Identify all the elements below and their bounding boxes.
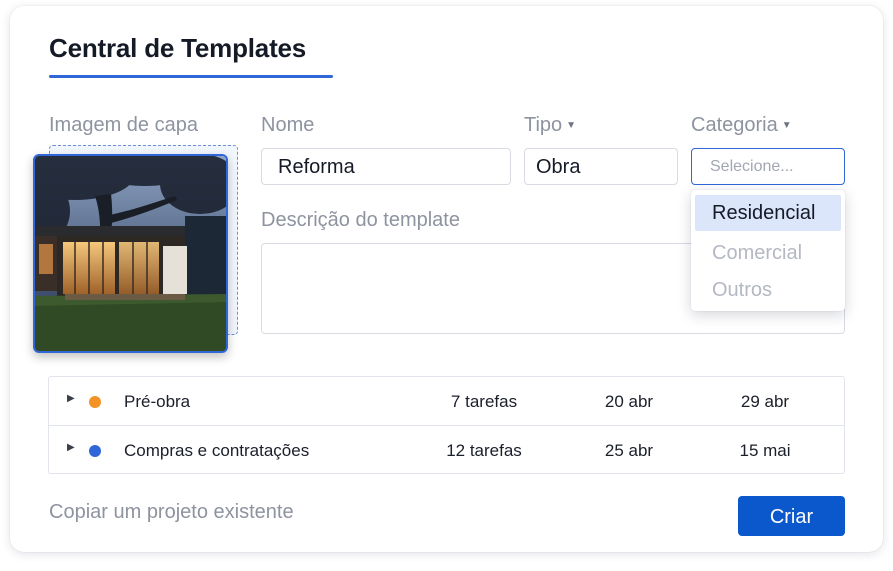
phases-table: ▶ Pré-obra 7 tarefas 20 abr 29 abr ▶ Com… [48, 376, 845, 474]
cover-image[interactable] [33, 154, 228, 353]
modern-house-photo [35, 156, 226, 351]
status-dot [89, 445, 101, 457]
phase-start-date: 25 abr [604, 441, 654, 460]
category-dropdown-menu: Residencial Comercial Outros [691, 190, 845, 311]
cover-image-label: Imagem de capa [49, 114, 198, 136]
phase-end-date: 29 abr [740, 392, 790, 411]
phase-start-date: 20 abr [604, 392, 654, 411]
phase-name: Pré-obra [124, 392, 191, 411]
category-option-comercial[interactable]: Comercial [695, 235, 841, 271]
caret-down-icon: ▼ [781, 120, 792, 131]
description-label: Descrição do template [261, 209, 460, 231]
table-row[interactable]: ▶ Compras e contratações 12 tarefas 25 a… [49, 425, 844, 473]
category-select[interactable]: Selecione... [691, 148, 845, 185]
phase-task-count: 7 tarefas [450, 392, 518, 411]
name-label: Nome [261, 114, 315, 136]
phase-task-count: 12 tarefas [446, 441, 522, 460]
create-button[interactable]: Criar [738, 496, 845, 536]
phase-name: Compras e contratações [124, 441, 310, 460]
table-row[interactable]: ▶ Pré-obra 7 tarefas 20 abr 29 abr [49, 377, 844, 425]
type-select[interactable]: Obra [524, 148, 678, 185]
expand-caret-icon[interactable]: ▶ [67, 442, 75, 453]
status-dot [89, 396, 101, 408]
expand-caret-icon[interactable]: ▶ [67, 393, 75, 404]
type-label[interactable]: Tipo ▼ [524, 114, 576, 137]
name-input[interactable]: Reforma [261, 148, 511, 185]
copy-project-link[interactable]: Copiar um projeto existente [49, 501, 294, 524]
category-option-outros[interactable]: Outros [695, 272, 841, 308]
type-label-text: Tipo [524, 114, 563, 136]
phase-end-date: 15 mai [739, 441, 791, 460]
title-underline [49, 75, 333, 78]
category-label[interactable]: Categoria ▼ [691, 114, 792, 137]
caret-down-icon: ▼ [566, 120, 577, 131]
page-title: Central de Templates [49, 33, 307, 63]
category-label-text: Categoria [691, 114, 778, 136]
category-option-residencial[interactable]: Residencial [695, 195, 841, 231]
